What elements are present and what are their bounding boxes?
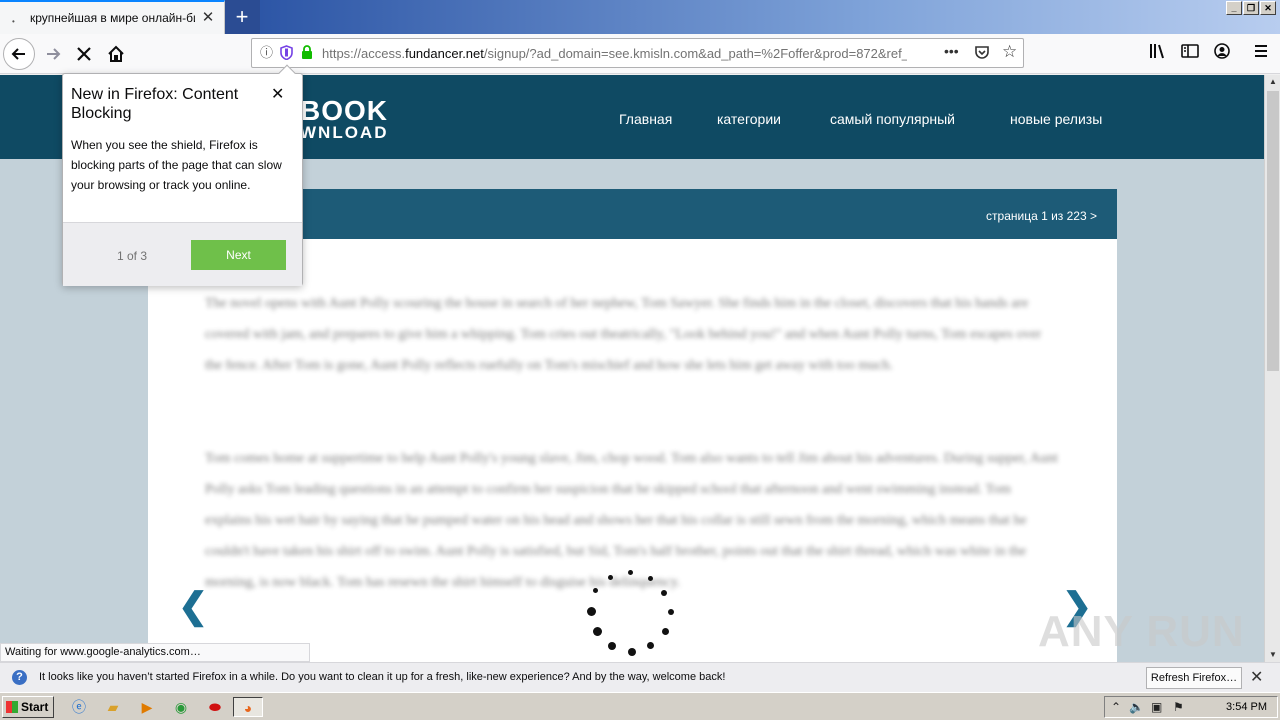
browser-tab[interactable]: • крупнейшая в мире онлайн-библиотека ✕ (0, 0, 225, 34)
ie-icon[interactable]: ⓔ (68, 697, 90, 717)
tab-strip: • крупнейшая в мире онлайн-библиотека ✕ … (0, 0, 1280, 34)
forward-button[interactable] (37, 38, 69, 70)
minimize-button[interactable]: _ (1226, 1, 1242, 15)
clock[interactable]: 3:54 PM (1226, 701, 1267, 713)
stop-icon (77, 47, 91, 61)
notification-bar: ? It looks like you haven’t started Fire… (0, 662, 1280, 692)
network-icon[interactable]: ▣ (1151, 700, 1162, 714)
question-icon: ? (12, 670, 27, 685)
window-controls: _ ❐ ✕ (1226, 1, 1276, 15)
library-icon[interactable] (1147, 43, 1169, 65)
popup-next-button[interactable]: Next (191, 240, 286, 270)
refresh-firefox-button[interactable]: Refresh Firefox… (1146, 667, 1242, 689)
page-indicator[interactable]: страница 1 из 223 > (986, 209, 1097, 223)
popup-footer: 1 of 3 Next (63, 222, 302, 286)
nav-link-new-releases[interactable]: новые релизы (1010, 111, 1102, 127)
nav-link-categories[interactable]: категории (717, 111, 781, 127)
media-player-icon[interactable]: ▶ (136, 697, 158, 717)
system-tray: ⌃ 🔈 ▣ ⚑ 3:54 PM (1104, 696, 1278, 718)
opera-icon[interactable]: ⬬ (204, 697, 226, 717)
back-button[interactable] (3, 38, 35, 70)
content-blocking-popup: New in Firefox: Content Blocking ✕ When … (62, 64, 303, 286)
scroll-down-icon[interactable]: ▼ (1265, 648, 1280, 662)
site-logo-bottom[interactable]: WNLOAD (300, 123, 388, 143)
book-paragraph: The novel opens with Aunt Polly scouring… (205, 296, 1042, 373)
pocket-icon[interactable] (974, 44, 990, 63)
info-icon[interactable]: ⓘ (260, 45, 273, 61)
tray-expand-icon[interactable]: ⌃ (1111, 700, 1121, 714)
favicon-icon: • (12, 17, 15, 26)
nav-link-home[interactable]: Главная (619, 111, 672, 127)
stop-button[interactable] (68, 38, 100, 70)
scroll-thumb[interactable] (1267, 91, 1279, 371)
popup-body: When you see the shield, Firefox is bloc… (71, 138, 282, 192)
home-button[interactable] (100, 38, 132, 70)
new-tab-button[interactable]: + (228, 3, 256, 31)
lock-icon[interactable] (301, 45, 313, 63)
start-label: Start (21, 700, 49, 714)
nav-toolbar: ⓘ https://access.fundancer.net/signup/?a… (0, 34, 1280, 74)
account-icon[interactable] (1211, 43, 1233, 65)
menu-icon[interactable] (1250, 43, 1272, 65)
start-button[interactable]: Start (2, 696, 54, 718)
notification-close-icon[interactable]: ✕ (1250, 667, 1263, 687)
close-window-button[interactable]: ✕ (1260, 1, 1276, 15)
windows-taskbar: Start ⓔ ▰ ▶ ◉ ⬬ ◕ ⌃ 🔈 ▣ ⚑ 3:54 PM (0, 692, 1280, 720)
url-bar[interactable]: ⓘ https://access.fundancer.net/signup/?a… (251, 38, 1024, 68)
forward-arrow-icon (47, 48, 61, 60)
action-center-flag-icon[interactable]: ⚑ (1173, 700, 1184, 714)
explorer-folder-icon[interactable]: ▰ (102, 697, 124, 717)
chrome-icon[interactable]: ◉ (170, 697, 192, 717)
popup-close-icon[interactable]: ✕ (271, 84, 284, 104)
prev-page-arrow-icon[interactable]: ❮ (178, 585, 208, 627)
url-text: https://access.fundancer.net/signup/?ad_… (322, 46, 907, 61)
popup-title: New in Firefox: Content Blocking (71, 86, 239, 122)
page-actions-icon[interactable]: ••• (944, 43, 959, 59)
status-text: Waiting for www.google-analytics.com… (0, 643, 310, 662)
bookmark-star-icon[interactable]: ☆ (1002, 42, 1017, 62)
watermark-logo: ANY RUN (1038, 607, 1245, 656)
volume-icon[interactable]: 🔈 (1129, 700, 1144, 714)
nav-link-popular[interactable]: самый популярный (830, 111, 955, 127)
tab-close-icon[interactable]: ✕ (198, 8, 218, 28)
scroll-up-icon[interactable]: ▲ (1265, 75, 1280, 89)
tab-title: крупнейшая в мире онлайн-библиотека (30, 11, 195, 25)
back-arrow-icon (11, 48, 25, 60)
home-icon (108, 45, 124, 62)
sidebar-icon[interactable] (1179, 43, 1201, 65)
restore-button[interactable]: ❐ (1243, 1, 1259, 15)
vertical-scrollbar[interactable]: ▲ ▼ (1264, 75, 1280, 662)
popup-step: 1 of 3 (117, 249, 148, 263)
loading-spinner-icon (585, 570, 677, 662)
titlebar (260, 0, 1280, 34)
windows-flag-icon (6, 701, 18, 713)
firefox-taskbar-icon[interactable]: ◕ (233, 697, 263, 717)
notification-message: It looks like you haven’t started Firefo… (39, 671, 726, 683)
shield-icon[interactable] (280, 45, 293, 64)
